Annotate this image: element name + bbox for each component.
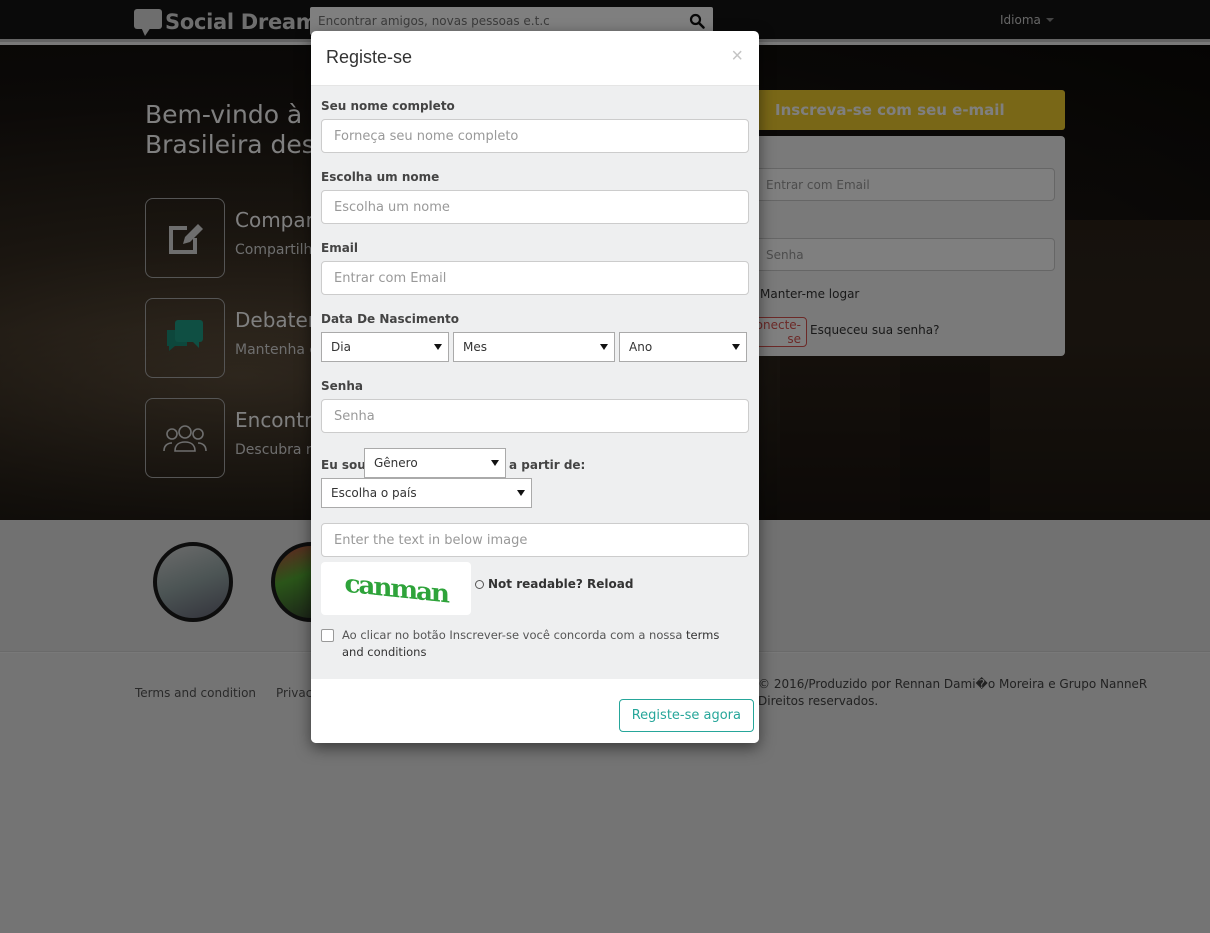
modal-header: Registe-se ×: [311, 31, 759, 86]
dropdown-arrow-icon: [491, 460, 499, 466]
country-label: a partir de:: [509, 458, 586, 472]
captcha-reload-link[interactable]: Not readable? Reload: [475, 577, 633, 591]
gender-select[interactable]: Gênero: [364, 448, 506, 478]
captcha-image: canman: [321, 562, 471, 615]
reload-icon: [475, 579, 484, 589]
password-label: Senha: [321, 379, 363, 393]
register-submit-button[interactable]: Registe-se agora: [618, 699, 754, 732]
birth-day-select[interactable]: Dia: [321, 332, 449, 362]
username-input[interactable]: [321, 190, 749, 224]
username-label: Escolha um nome: [321, 170, 440, 184]
email-input[interactable]: [321, 261, 749, 295]
terms-checkbox[interactable]: [321, 629, 334, 642]
country-select[interactable]: Escolha o país: [321, 478, 532, 508]
birth-month-select[interactable]: Mes: [453, 332, 615, 362]
register-modal: Registe-se × Seu nome completo Escolha u…: [311, 31, 759, 743]
terms-text: Ao clicar no botão Inscrever-se você con…: [342, 628, 720, 659]
birthdate-label: Data De Nascimento: [321, 312, 460, 326]
dropdown-arrow-icon: [517, 490, 525, 496]
fullname-input[interactable]: [321, 119, 749, 153]
captcha-input[interactable]: [321, 523, 749, 557]
fullname-label: Seu nome completo: [321, 99, 455, 113]
email-label: Email: [321, 241, 359, 255]
birth-year-select[interactable]: Ano: [619, 332, 747, 362]
close-icon[interactable]: ×: [731, 45, 743, 68]
terms-agreement: Ao clicar no botão Inscrever-se você con…: [321, 627, 741, 661]
modal-title: Registe-se: [326, 47, 413, 67]
dropdown-arrow-icon: [600, 344, 608, 350]
dropdown-arrow-icon: [732, 344, 740, 350]
dropdown-arrow-icon: [434, 344, 442, 350]
modal-body: Seu nome completo Escolha um nome Email …: [311, 86, 759, 679]
password-input[interactable]: [321, 399, 749, 433]
modal-footer: Registe-se agora: [311, 679, 759, 743]
